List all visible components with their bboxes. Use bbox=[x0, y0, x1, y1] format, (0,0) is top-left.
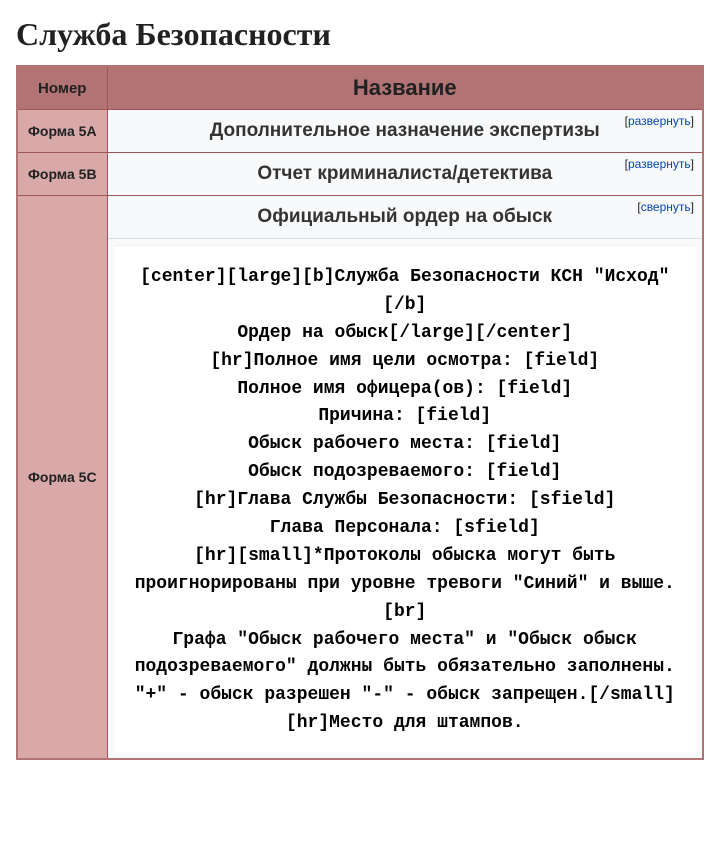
form-title: Дополнительное назначение экспертизы bbox=[120, 120, 691, 142]
table-row: Форма 5B [развернуть] Отчет криминалиста… bbox=[17, 153, 703, 196]
form-body: [center][large][b]Служба Безопасности КС… bbox=[114, 245, 697, 752]
form-number: Форма 5C bbox=[17, 196, 107, 760]
page-title: Служба Безопасности bbox=[16, 16, 704, 53]
forms-table: Номер Название Форма 5A [развернуть] Доп… bbox=[16, 65, 704, 760]
column-header-number: Номер bbox=[17, 66, 107, 110]
toggle-collapse[interactable]: [свернуть] bbox=[637, 200, 694, 214]
collapse-link[interactable]: свернуть bbox=[641, 200, 691, 214]
form-number: Форма 5A bbox=[17, 110, 107, 153]
table-row: Форма 5A [развернуть] Дополнительное наз… bbox=[17, 110, 703, 153]
toggle-expand[interactable]: [развернуть] bbox=[625, 114, 694, 128]
expand-link[interactable]: развернуть bbox=[628, 114, 691, 128]
toggle-expand[interactable]: [развернуть] bbox=[625, 157, 694, 171]
table-row: Форма 5C [свернуть] Официальный ордер на… bbox=[17, 196, 703, 760]
form-title: Официальный ордер на обыск bbox=[120, 206, 691, 228]
column-header-name: Название bbox=[107, 66, 703, 110]
expand-link[interactable]: развернуть bbox=[628, 157, 691, 171]
form-title: Отчет криминалиста/детектива bbox=[120, 163, 691, 185]
form-number: Форма 5B bbox=[17, 153, 107, 196]
